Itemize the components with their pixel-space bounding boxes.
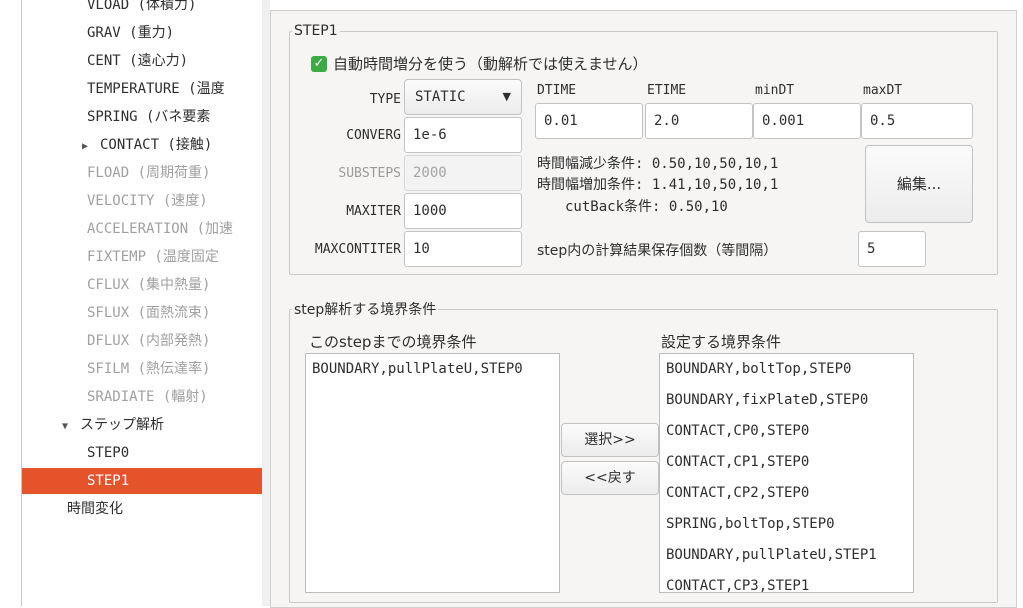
tree-item-label: DFLUX (内部発熱) (87, 333, 211, 349)
maxdt-input[interactable]: 0.5 (861, 103, 973, 139)
list-item[interactable]: CONTACT,CP2,STEP0 (660, 478, 913, 509)
tree-item[interactable]: TEMPERATURE (温度 (22, 76, 263, 102)
tree-item[interactable]: SRADIATE (輻射) (22, 384, 263, 410)
tree-item[interactable]: ACCELERATION (加速 (22, 216, 263, 242)
chevron-down-icon: ▼ (502, 90, 511, 103)
increase-condition-text: 時間幅増加条件: 1.41,10,50,10,1 (537, 177, 779, 193)
target-conditions-list[interactable]: BOUNDARY,boltTop,STEP0 BOUNDARY,fixPlateD… (659, 353, 914, 593)
save-count-input[interactable]: 5 (858, 231, 926, 267)
tree-item[interactable]: STEP1 (22, 468, 263, 494)
expand-arrow-icon[interactable]: ▼ (62, 414, 76, 440)
tree-item-label: FIXTEMP (温度固定 (87, 249, 219, 265)
list-item[interactable]: BOUNDARY,boltTop,STEP0 (660, 354, 913, 385)
mindt-label: minDT (755, 83, 795, 98)
list-item[interactable]: CONTACT,CP3,STEP1 (660, 571, 913, 592)
etime-label: ETIME (647, 83, 687, 98)
tree-item[interactable]: SFILM (熱伝達率) (22, 356, 263, 382)
tree-item-label: SRADIATE (輻射) (87, 389, 208, 405)
cutback-condition-text: cutBack条件: 0.50,10 (565, 199, 728, 215)
tree-item[interactable]: VLOAD (体積力) (22, 0, 263, 18)
auto-increment-label[interactable]: 自動時間増分を使う（動解析では使えません） (333, 53, 648, 74)
tree-item[interactable]: SFLUX (面熱流束) (22, 300, 263, 326)
boundary-group-title: step解析する境界条件 (294, 302, 437, 318)
tree-item[interactable]: 時間変化 (22, 496, 263, 522)
tree-item[interactable]: FIXTEMP (温度固定 (22, 244, 263, 270)
maxcontiter-label: MAXCONTITER (314, 242, 401, 257)
tree-item-label: SPRING (バネ要素 (87, 109, 211, 125)
tree-item-label: TEMPERATURE (温度 (87, 81, 225, 97)
tree-item-label: VELOCITY (速度) (87, 193, 208, 209)
type-dropdown-value: STATIC (415, 89, 466, 105)
dtime-label: DTIME (537, 83, 577, 98)
tree-item-label: SFLUX (面熱流束) (87, 305, 211, 321)
save-count-label: step内の計算結果保存個数（等間隔） (537, 243, 778, 259)
tree-item[interactable]: SPRING (バネ要素 (22, 104, 263, 130)
collapse-arrow-icon[interactable]: ▶ (82, 134, 96, 160)
select-button[interactable]: 選択>> (561, 423, 659, 457)
pane-divider[interactable] (262, 0, 270, 606)
tree-item-label: FLOAD (周期荷重) (87, 165, 211, 181)
list-item[interactable]: CONTACT,CP1,STEP0 (660, 447, 913, 478)
tree-item[interactable]: ▼ ステップ解析 (22, 412, 263, 438)
edit-button[interactable]: 編集... (865, 145, 973, 223)
tree-item[interactable]: FLOAD (周期荷重) (22, 160, 263, 186)
substeps-label: SUBSTEPS (338, 166, 401, 181)
maxiter-input[interactable]: 1000 (404, 193, 522, 229)
substeps-input[interactable]: 2000 (404, 155, 522, 191)
tree-item[interactable]: GRAV (重力) (22, 20, 263, 46)
dtime-input[interactable]: 0.01 (535, 103, 643, 139)
tree-item-label: 時間変化 (67, 501, 123, 517)
type-dropdown[interactable]: STATIC ▼ (404, 79, 522, 115)
type-label: TYPE (369, 92, 401, 107)
tree-item[interactable]: VELOCITY (速度) (22, 188, 263, 214)
tree-item[interactable]: ▶ CONTACT (接触) (22, 132, 263, 158)
tree-item[interactable]: CENT (遠心力) (22, 48, 263, 74)
back-button[interactable]: <<戻す (561, 461, 659, 495)
step-group-title: STEP1 (294, 23, 338, 39)
tree-item-label: ステップ解析 (80, 417, 164, 433)
tree-panel: VLOAD (体積力) GRAV (重力) CENT (遠心力) TEMPERATUR… (21, 0, 264, 606)
maxcontiter-input[interactable]: 10 (404, 231, 522, 267)
current-conditions-list[interactable]: BOUNDARY,pullPlateU,STEP0 (305, 353, 560, 593)
tree-item-label: STEP0 (87, 445, 130, 461)
converg-input[interactable]: 1e-6 (404, 117, 522, 153)
list-item[interactable]: SPRING,boltTop,STEP0 (660, 509, 913, 540)
decrease-condition-text: 時間幅減少条件: 0.50,10,50,10,1 (537, 156, 779, 172)
list-item[interactable]: BOUNDARY,pullPlateU,STEP1 (660, 540, 913, 571)
tree-item[interactable]: STEP0 (22, 440, 263, 466)
maxdt-label: maxDT (863, 83, 903, 98)
mindt-input[interactable]: 0.001 (753, 103, 861, 139)
list-item[interactable]: CONTACT,CP0,STEP0 (660, 416, 913, 447)
tree-item-label: GRAV (重力) (87, 25, 175, 41)
tree-item-label: ACCELERATION (加速 (87, 221, 234, 237)
tree-item-label: CENT (遠心力) (87, 53, 189, 69)
maxiter-label: MAXITER (346, 204, 401, 219)
tree-item-label: CFLUX (集中熱量) (87, 277, 211, 293)
list-item[interactable]: BOUNDARY,pullPlateU,STEP0 (306, 354, 559, 385)
tree-item-label: SFILM (熱伝達率) (87, 361, 211, 377)
list-item[interactable]: BOUNDARY,fixPlateD,STEP0 (660, 385, 913, 416)
settings-panel: STEP1 ✓ 自動時間増分を使う（動解析では使えません） TYPE CONVE… (270, 10, 1017, 608)
current-conditions-title: このstepまでの境界条件 (309, 333, 477, 351)
auto-increment-checkbox[interactable]: ✓ (311, 56, 327, 72)
target-conditions-title: 設定する境界条件 (661, 333, 782, 351)
tree-item[interactable]: DFLUX (内部発熱) (22, 328, 263, 354)
tree-item-label: CONTACT (接触) (100, 137, 213, 153)
etime-input[interactable]: 2.0 (645, 103, 753, 139)
tree-item-label: VLOAD (体積力) (87, 0, 197, 13)
converg-label: CONVERG (346, 128, 401, 143)
tree-item[interactable]: CFLUX (集中熱量) (22, 272, 263, 298)
tree-item-label: STEP1 (87, 473, 130, 489)
